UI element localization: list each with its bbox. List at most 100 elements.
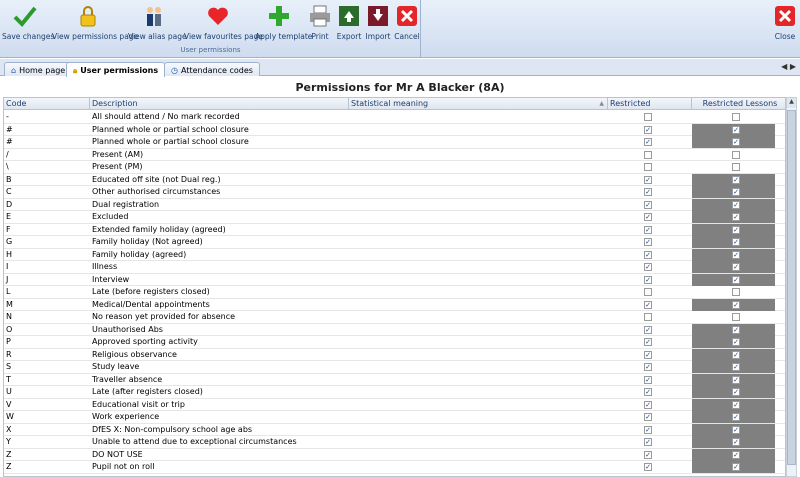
table-row[interactable]: \ Present (PM)	[4, 161, 785, 174]
table-row[interactable]: C Other authorised circumstances	[4, 186, 785, 199]
restricted-lessons-checkbox[interactable]	[732, 175, 740, 184]
restricted-checkbox[interactable]	[644, 213, 652, 221]
tab-attendance-codes[interactable]: ◷ Attendance codes	[164, 62, 260, 76]
table-row[interactable]: L Late (before registers closed)	[4, 286, 785, 299]
view-favourites-button[interactable]: View favourites page	[184, 4, 263, 44]
save-changes-button[interactable]: Save changes	[2, 4, 54, 44]
export-button[interactable]: Export	[336, 4, 362, 44]
apply-template-button[interactable]: Apply template	[255, 4, 312, 44]
close-button[interactable]: Close	[772, 4, 798, 44]
restricted-checkbox[interactable]	[644, 275, 652, 284]
restricted-lessons-checkbox[interactable]	[732, 450, 740, 459]
table-row[interactable]: R Religious observance	[4, 348, 785, 361]
table-row[interactable]: I Illness	[4, 261, 785, 274]
table-row[interactable]: M Medical/Dental appointments	[4, 298, 785, 311]
restricted-checkbox[interactable]	[644, 463, 652, 471]
restricted-lessons-checkbox[interactable]	[732, 463, 740, 471]
table-row[interactable]: F Extended family holiday (agreed)	[4, 223, 785, 236]
restricted-checkbox[interactable]	[644, 425, 652, 434]
tab-scroll-arrows[interactable]: ◀ ▶	[781, 62, 796, 71]
restricted-lessons-checkbox[interactable]	[732, 350, 740, 359]
column-header-statistical-meaning[interactable]: Statistical meaning ▲	[349, 98, 608, 110]
restricted-lessons-checkbox[interactable]	[732, 150, 740, 159]
restricted-lessons-checkbox[interactable]	[732, 225, 740, 234]
restricted-lessons-checkbox[interactable]	[732, 200, 740, 209]
column-header-code[interactable]: Code	[4, 98, 90, 110]
restricted-lessons-checkbox[interactable]	[732, 338, 740, 346]
scrollbar-thumb[interactable]	[787, 110, 796, 465]
restricted-lessons-checkbox[interactable]	[732, 313, 740, 321]
vertical-scrollbar[interactable]: ▲	[786, 97, 797, 477]
restricted-lessons-checkbox[interactable]	[732, 363, 740, 371]
restricted-lessons-checkbox[interactable]	[732, 375, 740, 384]
restricted-lessons-checkbox[interactable]	[732, 400, 740, 409]
restricted-lessons-checkbox[interactable]	[732, 388, 740, 396]
restricted-checkbox[interactable]	[644, 288, 652, 296]
restricted-checkbox[interactable]	[644, 438, 652, 446]
restricted-checkbox[interactable]	[644, 238, 652, 246]
cancel-button[interactable]: Cancel	[394, 4, 420, 44]
tab-user-permissions[interactable]: 🔒︎ User permissions	[66, 62, 166, 77]
restricted-checkbox[interactable]	[644, 325, 652, 334]
table-row[interactable]: Y Unable to attend due to exceptional cir…	[4, 436, 785, 449]
table-row[interactable]: # Planned whole or partial school closure	[4, 136, 785, 149]
restricted-checkbox[interactable]	[644, 250, 652, 259]
table-row[interactable]: B Educated off site (not Dual reg.)	[4, 173, 785, 186]
table-row[interactable]: J Interview	[4, 273, 785, 286]
restricted-checkbox[interactable]	[644, 363, 652, 371]
restricted-checkbox[interactable]	[644, 313, 652, 321]
restricted-lessons-checkbox[interactable]	[732, 438, 740, 446]
print-button[interactable]: Print	[307, 4, 333, 44]
restricted-lessons-checkbox[interactable]	[732, 213, 740, 221]
view-permissions-button[interactable]: View permissions page	[52, 4, 138, 44]
restricted-lessons-checkbox[interactable]	[732, 288, 740, 296]
table-row[interactable]: W Work experience	[4, 411, 785, 424]
table-row[interactable]: O Unauthorised Abs	[4, 323, 785, 336]
restricted-checkbox[interactable]	[644, 300, 652, 309]
table-row[interactable]: V Educational visit or trip	[4, 398, 785, 411]
restricted-lessons-checkbox[interactable]	[732, 300, 740, 309]
tab-home-page[interactable]: ⌂ Home page	[4, 62, 73, 76]
restricted-lessons-checkbox[interactable]	[732, 138, 740, 146]
table-row[interactable]: N No reason yet provided for absence	[4, 311, 785, 324]
restricted-checkbox[interactable]	[644, 188, 652, 196]
restricted-lessons-checkbox[interactable]	[732, 325, 740, 334]
table-row[interactable]: H Family holiday (agreed)	[4, 248, 785, 261]
restricted-checkbox[interactable]	[644, 375, 652, 384]
table-row[interactable]: S Study leave	[4, 361, 785, 374]
restricted-lessons-checkbox[interactable]	[732, 163, 740, 171]
restricted-lessons-checkbox[interactable]	[732, 275, 740, 284]
restricted-checkbox[interactable]	[644, 450, 652, 459]
restricted-lessons-checkbox[interactable]	[732, 113, 740, 121]
table-row[interactable]: - All should attend / No mark recorded	[4, 111, 785, 124]
restricted-lessons-checkbox[interactable]	[732, 263, 740, 271]
column-header-restricted[interactable]: Restricted	[608, 98, 692, 110]
table-row[interactable]: U Late (after registers closed)	[4, 386, 785, 399]
table-row[interactable]: G Family holiday (Not agreed)	[4, 236, 785, 249]
restricted-checkbox[interactable]	[644, 413, 652, 421]
table-row[interactable]: E Excluded	[4, 211, 785, 224]
restricted-checkbox[interactable]	[644, 163, 652, 171]
table-row[interactable]: Z Pupil not on roll	[4, 461, 785, 474]
restricted-checkbox[interactable]	[644, 125, 652, 134]
table-row[interactable]: / Present (AM)	[4, 149, 785, 161]
restricted-checkbox[interactable]	[644, 138, 652, 146]
scroll-up-arrow-icon[interactable]: ▲	[787, 98, 796, 108]
table-row[interactable]: # Planned whole or partial school closure	[4, 123, 785, 136]
restricted-checkbox[interactable]	[644, 388, 652, 396]
restricted-lessons-checkbox[interactable]	[732, 250, 740, 259]
restricted-lessons-checkbox[interactable]	[732, 238, 740, 246]
restricted-checkbox[interactable]	[644, 175, 652, 184]
restricted-checkbox[interactable]	[644, 338, 652, 346]
restricted-lessons-checkbox[interactable]	[732, 188, 740, 196]
column-header-restricted-lessons[interactable]: Restricted Lessons	[692, 98, 785, 110]
restricted-lessons-checkbox[interactable]	[732, 425, 740, 434]
restricted-checkbox[interactable]	[644, 113, 652, 121]
table-row[interactable]: Z DO NOT USE	[4, 448, 785, 461]
restricted-checkbox[interactable]	[644, 350, 652, 359]
restricted-lessons-checkbox[interactable]	[732, 413, 740, 421]
table-row[interactable]: P Approved sporting activity	[4, 336, 785, 349]
restricted-lessons-checkbox[interactable]	[732, 125, 740, 134]
restricted-checkbox[interactable]	[644, 263, 652, 271]
restricted-checkbox[interactable]	[644, 150, 652, 159]
